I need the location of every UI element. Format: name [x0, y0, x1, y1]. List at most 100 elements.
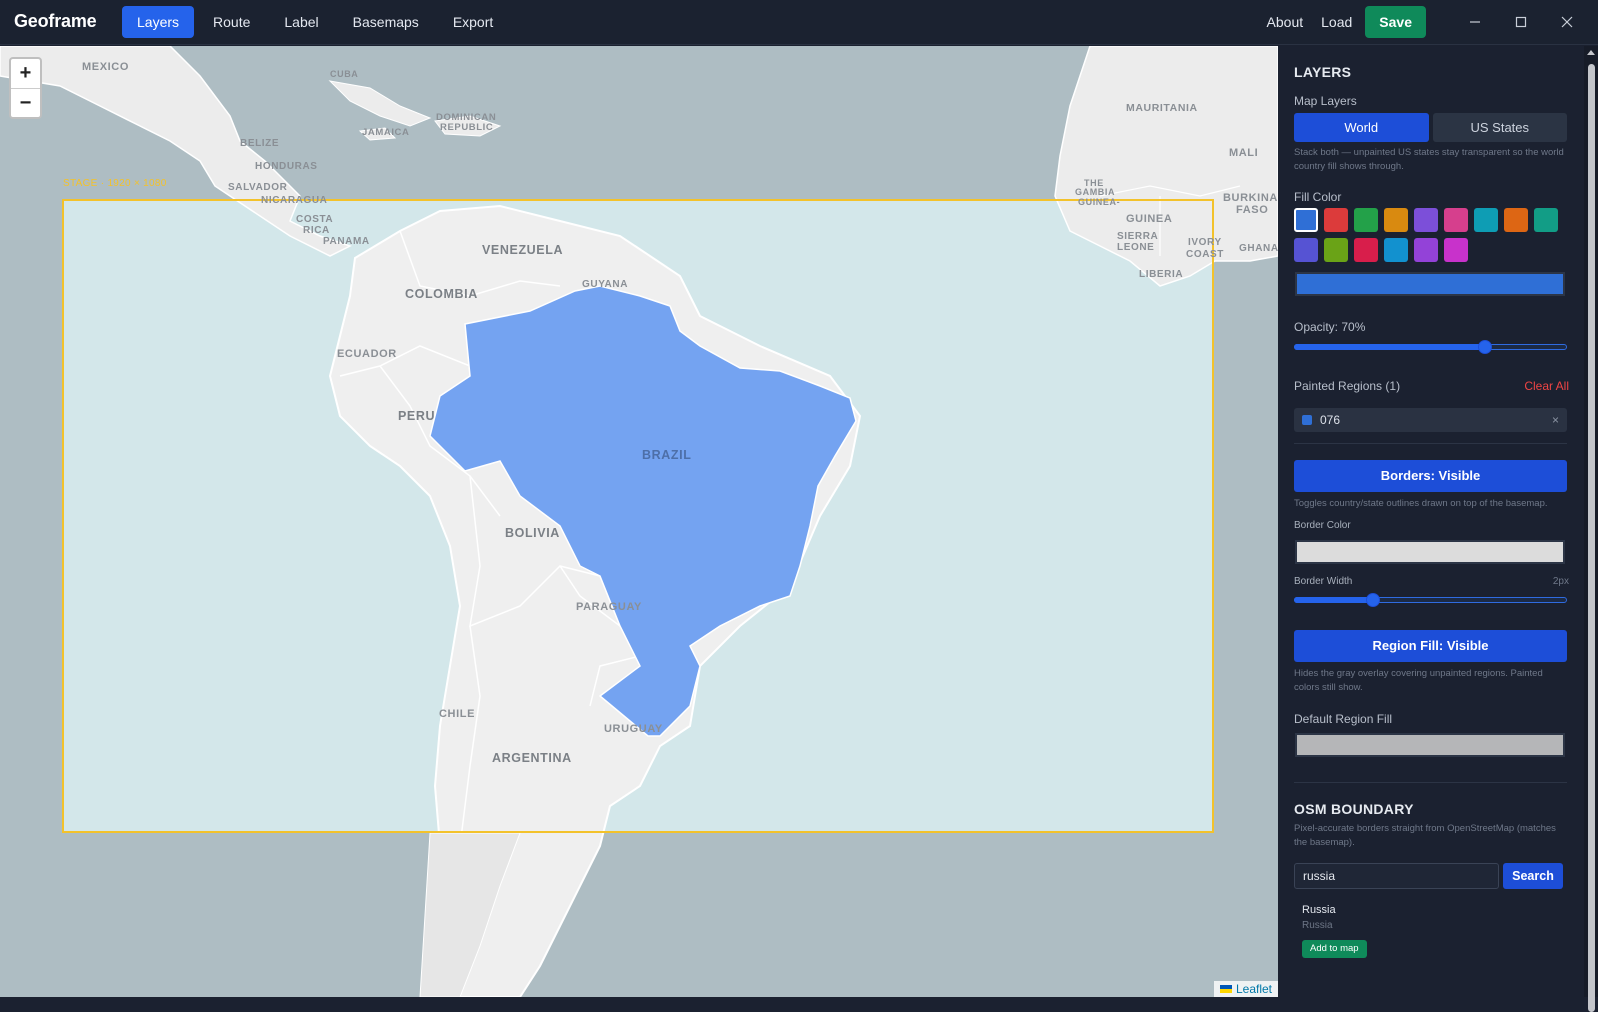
- osm-hint: Pixel-accurate borders straight from Ope…: [1294, 823, 1556, 848]
- painted-region-item[interactable]: 076 ×: [1294, 408, 1567, 432]
- osm-search-button[interactable]: Search: [1503, 863, 1563, 889]
- nav-route[interactable]: Route: [198, 6, 265, 38]
- fill-swatch-12[interactable]: [1354, 238, 1378, 262]
- border-width-slider[interactable]: [1294, 592, 1567, 608]
- region-fill-toggle-button[interactable]: Region Fill: Visible: [1294, 630, 1567, 662]
- map-label-faso: FASO: [1236, 204, 1269, 216]
- remove-region-icon[interactable]: ×: [1552, 413, 1559, 427]
- fill-swatch-4[interactable]: [1384, 208, 1408, 232]
- fill-swatch-11[interactable]: [1324, 238, 1348, 262]
- borders-hint: Toggles country/state outlines drawn on …: [1294, 498, 1548, 509]
- fill-color-picker[interactable]: [1295, 272, 1565, 296]
- sidebar-scrollbar[interactable]: [1584, 46, 1598, 1012]
- nav-layers[interactable]: Layers: [122, 6, 195, 38]
- map-label-gambia: GAMBIA: [1075, 187, 1116, 197]
- load-button[interactable]: Load: [1312, 6, 1361, 38]
- top-bar: Geoframe Layers Route Label Basemaps Exp…: [0, 0, 1598, 45]
- border-color-label: Border Color: [1294, 520, 1351, 531]
- fill-swatch-3[interactable]: [1354, 208, 1378, 232]
- map-label-leone: LEONE: [1117, 242, 1155, 253]
- opacity-label: Opacity: 70%: [1294, 320, 1366, 334]
- zoom-control: + −: [9, 57, 42, 119]
- fill-swatch-5[interactable]: [1414, 208, 1438, 232]
- map-label-burkina: BURKINA: [1223, 192, 1278, 204]
- map-label-ecuador: ECUADOR: [337, 348, 397, 360]
- stage-label: STAGE · 1920 × 1080: [63, 178, 167, 189]
- map-label-ivory: IVORY: [1188, 237, 1222, 248]
- map-label-venezuela: VENEZUELA: [482, 243, 564, 257]
- fill-swatch-9[interactable]: [1534, 208, 1558, 232]
- region-fill-hint: Hides the gray overlay covering unpainte…: [1294, 668, 1543, 693]
- map-label-costa: COSTA: [296, 214, 334, 225]
- default-fill-picker[interactable]: [1295, 733, 1565, 757]
- map-label-sierra: SIERRA: [1117, 231, 1159, 242]
- divider: [1294, 782, 1567, 783]
- fill-color-label: Fill Color: [1294, 190, 1342, 204]
- fill-swatch-10[interactable]: [1294, 238, 1318, 262]
- header-actions: About Load Save: [1258, 6, 1590, 38]
- fill-swatch-2[interactable]: [1324, 208, 1348, 232]
- layer-hint: Stack both — unpainted US states stay tr…: [1294, 147, 1564, 172]
- fill-swatch-15[interactable]: [1444, 238, 1468, 262]
- map-layers-label: Map Layers: [1294, 94, 1357, 108]
- clear-all-button[interactable]: Clear All: [1524, 379, 1569, 393]
- layer-world-button[interactable]: World: [1294, 113, 1429, 142]
- map-label-ghana: GHANA: [1239, 243, 1278, 254]
- nav-label[interactable]: Label: [269, 6, 333, 38]
- fill-swatch-6[interactable]: [1444, 208, 1468, 232]
- close-icon[interactable]: [1544, 6, 1590, 38]
- layers-title: LAYERS: [1294, 64, 1352, 80]
- fill-swatch-8[interactable]: [1504, 208, 1528, 232]
- borders-toggle-button[interactable]: Borders: Visible: [1294, 460, 1567, 492]
- layers-sidebar: LAYERS Map Layers World US States Stack …: [1278, 46, 1584, 997]
- border-width-label: Border Width: [1294, 576, 1353, 587]
- region-id: 076: [1320, 413, 1341, 427]
- app-title: Geoframe: [14, 11, 97, 31]
- map-canvas[interactable]: STAGE · 1920 × 1080 MEXICO CUBA DOMINICA…: [0, 46, 1278, 997]
- border-width-value: 2px: [1552, 576, 1569, 587]
- scroll-up-icon[interactable]: [1587, 50, 1595, 55]
- map-label-argentina: ARGENTINA: [492, 751, 572, 765]
- osm-search-input[interactable]: [1294, 863, 1499, 889]
- nav-basemaps[interactable]: Basemaps: [338, 6, 434, 38]
- fill-swatch-7[interactable]: [1474, 208, 1498, 232]
- maximize-icon[interactable]: [1498, 6, 1544, 38]
- region-color-swatch: [1302, 415, 1312, 425]
- map-label-rica: RICA: [303, 225, 330, 236]
- map-label-chile: CHILE: [439, 708, 475, 720]
- map-label-salvador: SALVADOR: [228, 182, 288, 193]
- zoom-out-button[interactable]: −: [11, 88, 40, 117]
- ukraine-flag-icon: [1219, 985, 1232, 993]
- map-label-guinea-bissau: GUINEA-: [1078, 197, 1121, 207]
- save-button[interactable]: Save: [1365, 6, 1426, 38]
- about-link[interactable]: About: [1258, 6, 1313, 38]
- map-label-bolivia: BOLIVIA: [505, 526, 560, 540]
- layer-toggle: World US States: [1294, 113, 1567, 142]
- add-to-map-button[interactable]: Add to map: [1302, 940, 1367, 958]
- layer-us-states-button[interactable]: US States: [1432, 113, 1567, 142]
- opacity-slider[interactable]: [1294, 339, 1567, 355]
- map-attribution: Leaflet: [1213, 981, 1278, 997]
- main-nav: Layers Route Label Basemaps Export: [122, 6, 508, 38]
- map-label-liberia: LIBERIA: [1139, 269, 1184, 280]
- map-label-belize: BELIZE: [240, 138, 280, 149]
- map-label-paraguay: PARAGUAY: [576, 601, 642, 613]
- nav-export[interactable]: Export: [438, 6, 508, 38]
- map-label-peru: PERU: [398, 409, 436, 423]
- border-color-picker[interactable]: [1295, 540, 1565, 564]
- fill-swatch-1[interactable]: [1294, 208, 1318, 232]
- painted-regions-label: Painted Regions (1): [1294, 379, 1401, 393]
- scroll-thumb[interactable]: [1588, 64, 1595, 1012]
- fill-swatch-13[interactable]: [1384, 238, 1408, 262]
- fill-swatch-14[interactable]: [1414, 238, 1438, 262]
- map-label-jamaica: JAMAICA: [362, 127, 410, 138]
- leaflet-link[interactable]: Leaflet: [1236, 982, 1272, 996]
- zoom-in-button[interactable]: +: [11, 59, 40, 88]
- map-label-mauritania: MAURITANIA: [1126, 102, 1198, 114]
- minimize-icon[interactable]: [1452, 6, 1498, 38]
- map-label-guyana: GUYANA: [582, 279, 629, 290]
- map-label-colombia: COLOMBIA: [405, 287, 478, 301]
- map-label-republic: REPUBLIC: [440, 122, 494, 133]
- map-label-honduras: HONDURAS: [255, 161, 318, 172]
- map-label-panama: PANAMA: [323, 236, 370, 247]
